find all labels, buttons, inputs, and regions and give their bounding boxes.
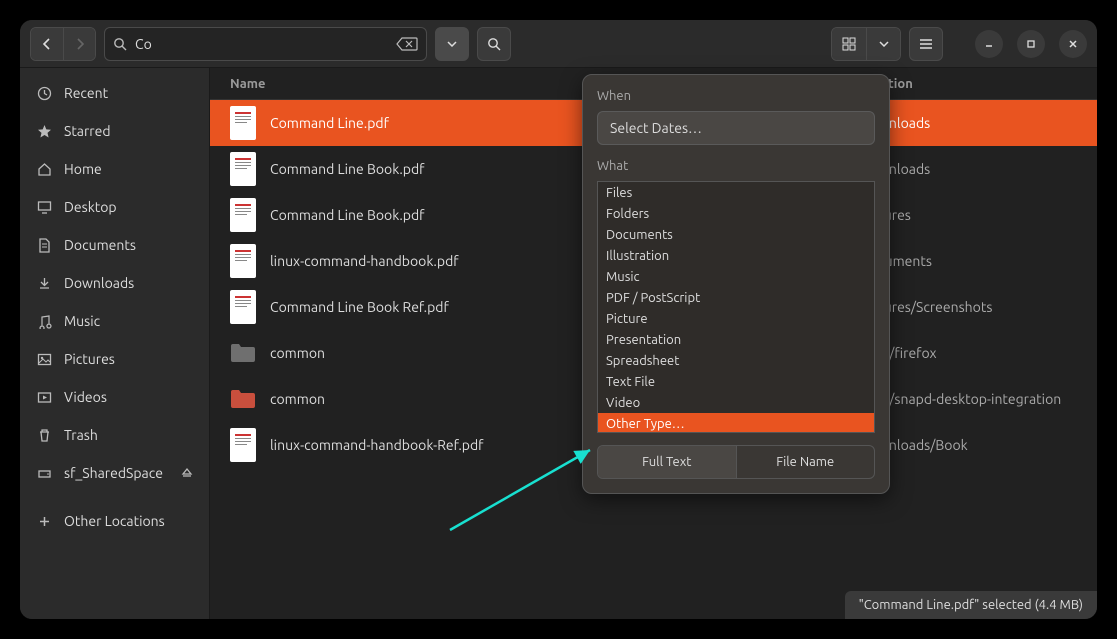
videos-icon (36, 390, 52, 405)
forward-button[interactable] (63, 28, 95, 60)
star-icon (36, 124, 52, 139)
type-option[interactable]: Text File (598, 371, 874, 392)
titlebar (20, 20, 1097, 68)
file-thumbnail (230, 152, 256, 186)
when-label: When (597, 89, 875, 103)
sidebar-item-label: Videos (64, 389, 107, 405)
type-option[interactable]: Presentation (598, 329, 874, 350)
sidebar-item-starred[interactable]: Starred (20, 112, 209, 150)
status-bar: "Command Line.pdf" selected (4.4 MB) (845, 591, 1097, 619)
drive-icon (36, 466, 52, 481)
type-option[interactable]: Picture (598, 308, 874, 329)
sidebar-item-pictures[interactable]: Pictures (20, 340, 209, 378)
home-icon (36, 162, 52, 177)
sidebar-item-label: sf_SharedSpace (64, 465, 163, 481)
folder-icon (230, 382, 256, 416)
type-option[interactable]: Other Type… (598, 413, 874, 433)
type-option[interactable]: Folders (598, 203, 874, 224)
view-options-dropdown[interactable] (866, 28, 900, 60)
minimize-button[interactable] (975, 30, 1003, 58)
file-manager-window: Recent Starred Home Desktop Documents Downloa… (20, 20, 1097, 619)
sidebar-item-music[interactable]: Music (20, 302, 209, 340)
folder-icon (230, 336, 256, 370)
body: Recent Starred Home Desktop Documents Downloa… (20, 68, 1097, 619)
nav-group (30, 27, 96, 61)
search-mode-toggle: Full Text File Name (597, 445, 875, 479)
sidebar-item-downloads[interactable]: Downloads (20, 264, 209, 302)
sidebar-item-desktop[interactable]: Desktop (20, 188, 209, 226)
sidebar-item-sf_sharedspace[interactable]: sf_SharedSpace (20, 454, 209, 492)
type-option[interactable]: PDF / PostScript (598, 287, 874, 308)
status-text: "Command Line.pdf" selected (4.4 MB) (859, 598, 1083, 612)
clear-search-icon[interactable] (396, 37, 418, 51)
full-text-toggle[interactable]: Full Text (598, 446, 736, 478)
sidebar-item-trash[interactable]: Trash (20, 416, 209, 454)
docs-icon (36, 238, 52, 253)
pictures-icon (36, 352, 52, 367)
type-option[interactable]: Files (598, 182, 874, 203)
sidebar-item-other-locations[interactable]: Other Locations (20, 502, 209, 540)
search-toggle-button[interactable] (477, 27, 511, 61)
sidebar-item-label: Desktop (64, 199, 117, 215)
sidebar-item-label: Home (64, 161, 102, 177)
sidebar-item-label: Trash (64, 427, 98, 443)
clock-icon (36, 86, 52, 101)
sidebar-item-documents[interactable]: Documents (20, 226, 209, 264)
type-option[interactable]: Spreadsheet (598, 350, 874, 371)
type-list: FilesFoldersDocumentsIllustrationMusicPD… (597, 181, 875, 433)
search-options-dropdown[interactable] (435, 27, 469, 61)
sidebar-item-label: Downloads (64, 275, 134, 291)
maximize-button[interactable] (1017, 30, 1045, 58)
search-bar[interactable] (104, 27, 427, 61)
view-switch (831, 27, 901, 61)
sidebar-item-recent[interactable]: Recent (20, 74, 209, 112)
back-button[interactable] (31, 28, 63, 60)
sidebar-item-label: Other Locations (64, 513, 165, 529)
file-thumbnail (230, 106, 256, 140)
file-name-toggle[interactable]: File Name (736, 446, 875, 478)
file-thumbnail (230, 244, 256, 278)
trash-icon (36, 428, 52, 443)
close-button[interactable] (1059, 30, 1087, 58)
sidebar-item-label: Music (64, 313, 100, 329)
type-option[interactable]: Documents (598, 224, 874, 245)
desktop-icon (36, 200, 52, 215)
file-thumbnail (230, 428, 256, 462)
grid-view-button[interactable] (832, 28, 866, 60)
file-thumbnail (230, 198, 256, 232)
sidebar: Recent Starred Home Desktop Documents Downloa… (20, 68, 210, 619)
sidebar-item-label: Recent (64, 85, 108, 101)
download-icon (36, 276, 52, 291)
sidebar-item-home[interactable]: Home (20, 150, 209, 188)
select-dates-button[interactable]: Select Dates… (597, 111, 875, 145)
hamburger-menu-button[interactable] (909, 27, 943, 61)
plus-icon (36, 514, 52, 529)
sidebar-item-label: Starred (64, 123, 111, 139)
type-option[interactable]: Music (598, 266, 874, 287)
search-icon (113, 37, 127, 51)
what-label: What (597, 159, 875, 173)
type-option[interactable]: Video (598, 392, 874, 413)
type-option[interactable]: Illustration (598, 245, 874, 266)
sidebar-item-label: Pictures (64, 351, 115, 367)
search-filter-popover: When Select Dates… What FilesFoldersDocu… (582, 74, 890, 494)
sidebar-item-videos[interactable]: Videos (20, 378, 209, 416)
music-icon (36, 314, 52, 329)
file-thumbnail (230, 290, 256, 324)
eject-icon[interactable] (181, 467, 193, 479)
sidebar-item-label: Documents (64, 237, 136, 253)
search-input[interactable] (135, 36, 388, 52)
